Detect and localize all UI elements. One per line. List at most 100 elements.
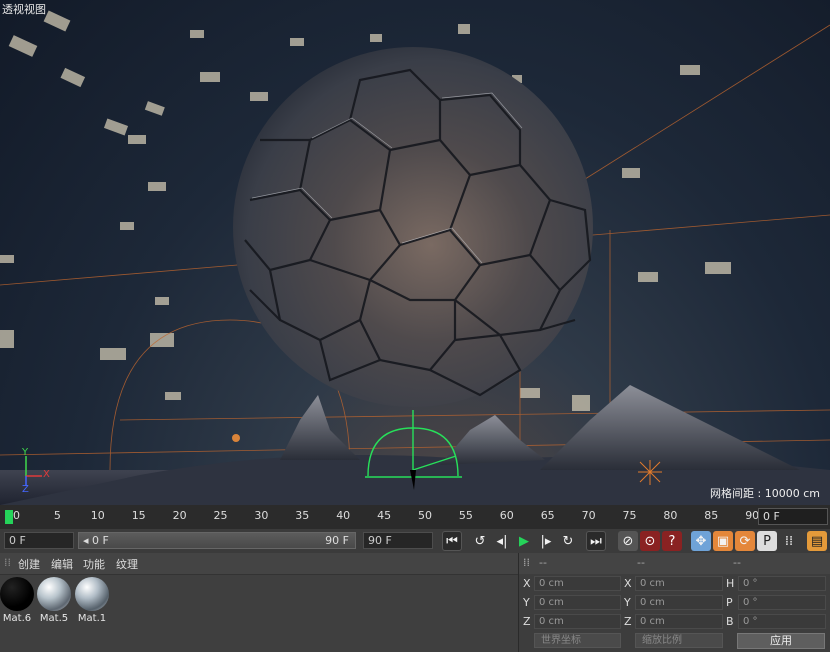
autokey-button[interactable]: ? [662,531,682,551]
range-end-label: 90 F [325,534,349,547]
menu-create[interactable]: 创建 [18,556,40,572]
position-y-field[interactable]: 0 cm [534,595,621,610]
key-icon: ⊘ [622,533,634,549]
playhead[interactable] [5,510,13,524]
record-button[interactable]: ⊙ [640,531,660,551]
next-key-icon: ↻ [562,533,574,549]
grid-dots-icon: ⁞⁞ [784,533,794,549]
next-key-button[interactable]: ↻ [558,531,578,551]
step-forward-button[interactable]: |▸ [536,531,556,551]
coord-label: Z [523,615,531,628]
autokey-icon: ? [668,533,676,549]
coord-label: X [523,577,531,590]
menu-texture[interactable]: 纹理 [116,556,138,572]
position-x-field[interactable]: 0 cm [534,576,621,591]
material-swatch[interactable]: Mat.5 [37,577,71,624]
menu-function[interactable]: 功能 [83,556,105,572]
scale-key-button[interactable]: ▣ [713,531,733,551]
coord-header: ⁞⁞ -- -- -- [519,553,830,574]
coord-label: Z [624,615,632,628]
goto-start-button[interactable]: ⏮ [442,531,462,551]
rotation-b-field[interactable]: 0 ° [738,614,826,629]
coord-row: Z 0 cm Z 0 cm B 0 ° [519,613,830,631]
timeline-button[interactable]: ▤ [807,531,827,551]
timeline-tick-label: 60 [499,509,514,522]
timeline-tick-label: 0 [13,509,20,522]
viewport-title[interactable]: 透视视图 [2,1,46,17]
coord-row: Y 0 cm Y 0 cm P 0 ° [519,594,830,612]
size-z-field[interactable]: 0 cm [635,614,723,629]
timeline-tick-label: 50 [418,509,432,522]
size-x-field[interactable]: 0 cm [635,576,723,591]
coord-label: Y [624,596,631,609]
coord-header-size: -- [637,556,645,569]
scale-icon: ▣ [716,533,730,549]
prev-key-icon: ↺ [474,533,486,549]
material-swatch[interactable]: Mat.6 [0,577,34,624]
timeline-tick-label: 55 [458,509,473,522]
film-icon: ▤ [810,533,824,549]
timeline-tick-label: 10 [90,509,105,522]
key-mode-button[interactable]: ⊘ [618,531,638,551]
timeline-tick-label: 30 [254,509,269,522]
param-key-button[interactable]: P [757,531,777,551]
preview-range-slider[interactable]: ◂ 0 F 90 F [78,532,356,549]
material-label: Mat.6 [2,613,32,624]
apply-button[interactable]: 应用 [737,633,825,649]
timeline-tick-label: 15 [131,509,146,522]
material-manager: ⁞⁞ 创建 编辑 功能 纹理 Mat.6 Mat.5 Mat.1 [0,553,518,652]
material-preview [37,577,71,611]
timeline-tick-label: 35 [295,509,310,522]
scale-mode-dropdown[interactable]: 缩放比例 [635,633,723,648]
coord-label: B [726,615,734,628]
axis-z-label: Z [22,484,29,495]
cracked-sphere [233,47,593,407]
rotation-p-field[interactable]: 0 ° [738,595,826,610]
timeline-tick-label: 70 [581,509,596,522]
size-y-field[interactable]: 0 cm [635,595,723,610]
goto-end-icon: ⏭ [590,533,602,549]
parameter-icon: P [763,533,771,549]
ruler-frame-field[interactable]: 0 F [758,508,828,525]
timeline-tick-label: 45 [377,509,392,522]
max-frame-field[interactable]: 90 F [363,532,433,549]
prev-key-button[interactable]: ↺ [470,531,490,551]
timeline-tick-label: 75 [622,509,637,522]
pla-key-button[interactable]: ⁞⁞ [779,531,799,551]
move-key-button[interactable]: ✥ [691,531,711,551]
material-preview [75,577,109,611]
grip-icon[interactable]: ⁞⁞ [523,556,530,569]
material-menu: ⁞⁞ 创建 编辑 功能 纹理 [0,553,518,575]
rotate-key-button[interactable]: ⟳ [735,531,755,551]
rotate-icon: ⟳ [739,533,751,549]
goto-end-button[interactable]: ⏭ [586,531,606,551]
grip-icon[interactable]: ⁞⁞ [4,556,11,569]
grid-spacing-readout: 网格间距 : 10000 cm [710,487,820,500]
timeline-tick-label: 85 [704,509,719,522]
transport-bar: 0 F ◂ 0 F 90 F 90 F ⏮ ↺ ◂| ▶ |▸ ↻ ⏭ ⊘ ⊙ … [0,529,830,553]
coord-header-position: -- [539,556,547,569]
timeline-tick-label: 20 [172,509,187,522]
timeline-tick-label: 5 [53,509,61,522]
material-preview [0,577,34,611]
rotation-h-field[interactable]: 0 ° [738,576,826,591]
menu-edit[interactable]: 编辑 [51,556,73,572]
position-z-field[interactable]: 0 cm [534,614,621,629]
step-back-button[interactable]: ◂| [492,531,512,551]
coord-label: H [726,577,735,590]
play-button[interactable]: ▶ [514,531,534,551]
coordinate-manager: ⁞⁞ -- -- -- X 0 cm X 0 cm H 0 ° Y 0 cm Y… [518,553,830,652]
coord-row: X 0 cm X 0 cm H 0 ° [519,575,830,593]
coordinate-system-dropdown[interactable]: 世界坐标 [534,633,621,648]
move-icon: ✥ [695,533,707,549]
mountain [280,395,360,460]
scene-render [0,10,830,505]
timeline-ruler[interactable]: 0 5 10 15 20 25 30 35 40 45 50 55 60 65 70 75 80 85 90 0 F [0,505,830,529]
material-label: Mat.5 [39,613,69,624]
material-swatch[interactable]: Mat.1 [75,577,109,624]
coord-label: X [624,577,632,590]
axis-y-label: Y [22,447,29,458]
current-frame-field[interactable]: 0 F [4,532,74,549]
perspective-viewport[interactable]: 透视视图 X Y Z 网格间距 : 10000 cm [0,0,830,505]
range-start-label: ◂ 0 F [83,534,109,547]
